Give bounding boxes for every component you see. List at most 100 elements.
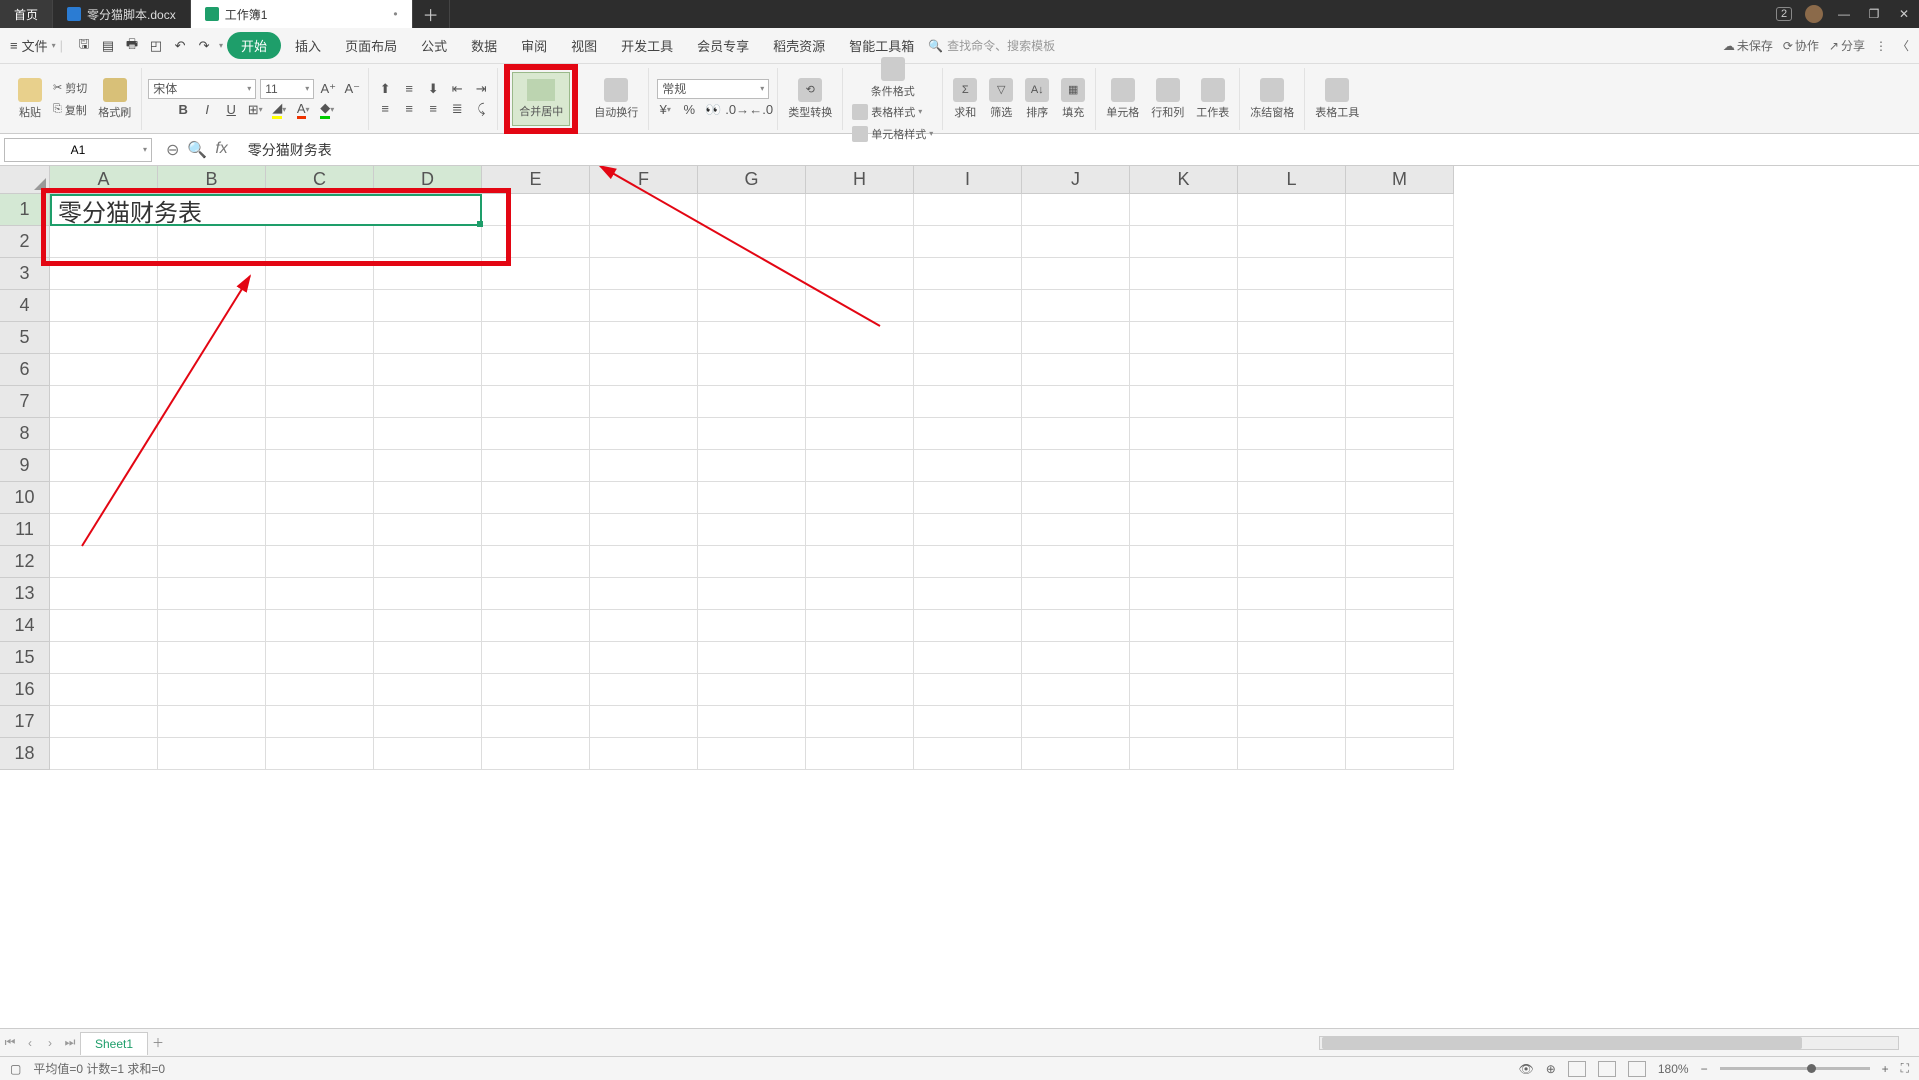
cell[interactable]: [1346, 578, 1454, 610]
cell[interactable]: [1130, 482, 1238, 514]
cell[interactable]: [1130, 354, 1238, 386]
cell[interactable]: [806, 706, 914, 738]
cell[interactable]: [482, 674, 590, 706]
cell[interactable]: [698, 546, 806, 578]
row-header-15[interactable]: 15: [0, 642, 50, 674]
col-header-B[interactable]: B: [158, 166, 266, 194]
menu-view[interactable]: 视图: [561, 32, 607, 59]
view-normal-button[interactable]: [1568, 1061, 1586, 1077]
cell[interactable]: [1130, 450, 1238, 482]
cell[interactable]: [266, 258, 374, 290]
user-avatar[interactable]: [1805, 5, 1823, 23]
cell[interactable]: [482, 322, 590, 354]
cell[interactable]: [50, 482, 158, 514]
format-painter-button[interactable]: 格式刷: [94, 76, 135, 122]
cell[interactable]: [374, 706, 482, 738]
percent-button[interactable]: %: [679, 101, 699, 119]
fill-button[interactable]: ▦填充: [1057, 76, 1089, 122]
cell[interactable]: [266, 546, 374, 578]
cell[interactable]: [590, 226, 698, 258]
horizontal-scrollbar[interactable]: [1319, 1036, 1899, 1050]
cell[interactable]: [806, 642, 914, 674]
cell[interactable]: [1130, 610, 1238, 642]
cell[interactable]: [590, 290, 698, 322]
cell[interactable]: [1346, 418, 1454, 450]
cell[interactable]: [374, 354, 482, 386]
cell[interactable]: [266, 578, 374, 610]
print-icon[interactable]: 🖶: [123, 37, 141, 55]
col-header-E[interactable]: E: [482, 166, 590, 194]
row-header-5[interactable]: 5: [0, 322, 50, 354]
cell[interactable]: [1130, 546, 1238, 578]
cell[interactable]: [1022, 418, 1130, 450]
cell[interactable]: [158, 546, 266, 578]
cell[interactable]: [1346, 194, 1454, 226]
cell[interactable]: [1238, 418, 1346, 450]
menu-insert[interactable]: 插入: [285, 32, 331, 59]
cell[interactable]: [590, 450, 698, 482]
fill-color-button[interactable]: ◢▾: [269, 101, 289, 119]
cell[interactable]: [1238, 738, 1346, 770]
cell[interactable]: [590, 578, 698, 610]
cell[interactable]: [590, 258, 698, 290]
cell[interactable]: [266, 706, 374, 738]
col-header-F[interactable]: F: [590, 166, 698, 194]
cell[interactable]: [914, 610, 1022, 642]
row-header-7[interactable]: 7: [0, 386, 50, 418]
italic-button[interactable]: I: [197, 101, 217, 119]
cell[interactable]: [50, 226, 158, 258]
dec-decimal-button[interactable]: ←.0: [751, 101, 771, 119]
font-name-select[interactable]: 宋体▾: [148, 79, 256, 99]
cell[interactable]: [1346, 354, 1454, 386]
cell[interactable]: [1238, 450, 1346, 482]
cell[interactable]: [806, 482, 914, 514]
cell[interactable]: [914, 194, 1022, 226]
cell[interactable]: [806, 450, 914, 482]
cell[interactable]: [1022, 738, 1130, 770]
cell[interactable]: [482, 642, 590, 674]
cut-button[interactable]: ✂剪切: [50, 79, 90, 97]
cell[interactable]: [806, 546, 914, 578]
cell[interactable]: [1022, 258, 1130, 290]
cell[interactable]: [158, 226, 266, 258]
cell[interactable]: [914, 482, 1022, 514]
filter-button[interactable]: ▽筛选: [985, 76, 1017, 122]
cell[interactable]: [698, 386, 806, 418]
align-justify-button[interactable]: ≣: [447, 100, 467, 118]
cell[interactable]: [1346, 450, 1454, 482]
cell[interactable]: [1238, 674, 1346, 706]
undo-icon[interactable]: ↶: [171, 37, 189, 55]
cell[interactable]: [374, 578, 482, 610]
cell[interactable]: [482, 194, 590, 226]
menu-start[interactable]: 开始: [227, 32, 281, 59]
cell[interactable]: [698, 226, 806, 258]
cell[interactable]: [158, 610, 266, 642]
fullscreen-icon[interactable]: ⛶: [1901, 1061, 1909, 1076]
cell[interactable]: [482, 610, 590, 642]
cell[interactable]: [1130, 386, 1238, 418]
cell[interactable]: [158, 514, 266, 546]
table-style-button[interactable]: 表格样式▾: [849, 103, 925, 121]
cell[interactable]: [1346, 290, 1454, 322]
menu-review[interactable]: 审阅: [511, 32, 557, 59]
view-break-button[interactable]: [1628, 1061, 1646, 1077]
cell[interactable]: [1022, 194, 1130, 226]
redo-icon[interactable]: ↷: [195, 37, 213, 55]
cell[interactable]: [1022, 386, 1130, 418]
cell[interactable]: [914, 706, 1022, 738]
row-header-3[interactable]: 3: [0, 258, 50, 290]
menu-data[interactable]: 数据: [461, 32, 507, 59]
paste-button[interactable]: 粘贴: [14, 76, 46, 122]
cell[interactable]: [158, 674, 266, 706]
menu-resources[interactable]: 稻壳资源: [763, 32, 835, 59]
cell[interactable]: [1346, 738, 1454, 770]
row-header-1[interactable]: 1: [0, 194, 50, 226]
cell[interactable]: [914, 674, 1022, 706]
minimize-button[interactable]: —: [1829, 0, 1859, 28]
cell[interactable]: [1130, 514, 1238, 546]
cell[interactable]: [266, 674, 374, 706]
cell[interactable]: [482, 706, 590, 738]
col-header-I[interactable]: I: [914, 166, 1022, 194]
cell[interactable]: [806, 290, 914, 322]
cell[interactable]: [1346, 514, 1454, 546]
